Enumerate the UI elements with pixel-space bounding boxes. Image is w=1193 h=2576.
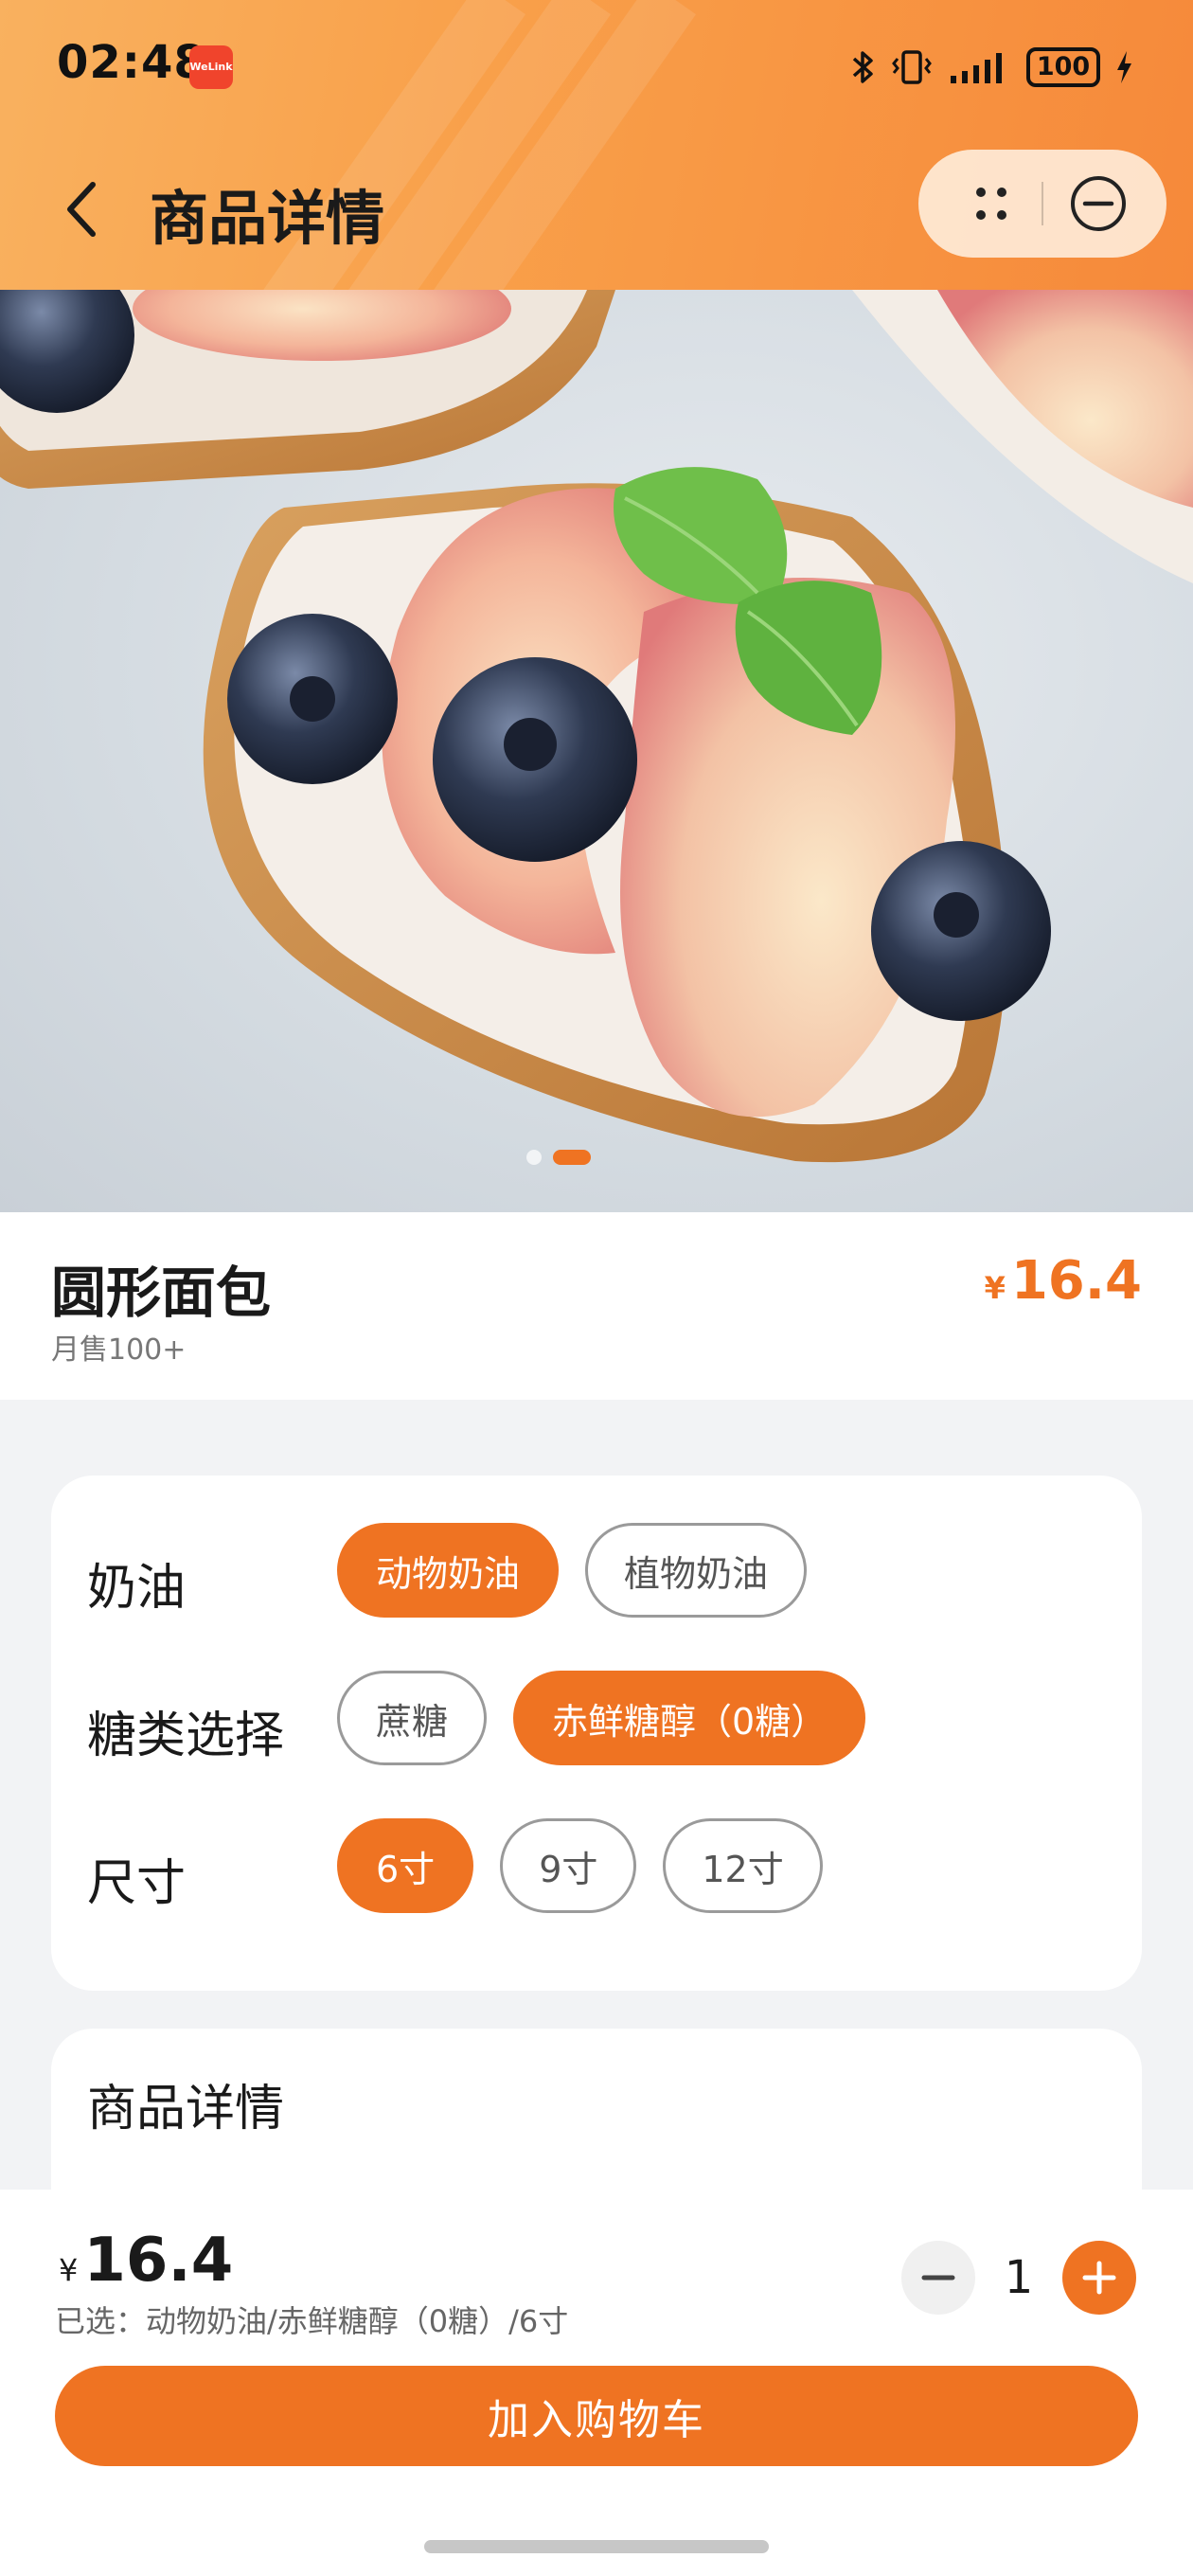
welink-app-icon: WeLink [189, 45, 233, 89]
more-dots-icon [976, 188, 1006, 220]
minus-circle-icon [1071, 176, 1126, 231]
bluetooth-icon [852, 51, 873, 83]
details-title: 商品详情 [87, 2081, 285, 2138]
total-price-value: 16.4 [83, 2226, 234, 2296]
home-indicator[interactable] [424, 2540, 769, 2553]
option-row-sugar: 糖类选择 蔗糖 赤鲜糖醇（0糖） [51, 1671, 1142, 1769]
status-time: 02:48 [57, 36, 206, 89]
capsule-divider [1042, 182, 1043, 225]
choice-size-9[interactable]: 9寸 [500, 1818, 637, 1913]
choice-erythritol[interactable]: 赤鲜糖醇（0糖） [513, 1671, 866, 1765]
decrease-button[interactable] [901, 2241, 975, 2315]
header: 02:48 WeLink 100 商品详情 [0, 0, 1193, 290]
product-name: 圆形面包 [51, 1261, 272, 1325]
status-icons: 100 [850, 44, 1134, 91]
back-button[interactable] [53, 176, 110, 242]
selected-summary: 已选：动物奶油/赤鲜糖醇（0糖）/6寸 [55, 2303, 569, 2339]
vibrate-icon [892, 50, 932, 84]
option-row-size: 尺寸 6寸 9寸 12寸 [51, 1818, 1142, 1917]
product-image [0, 290, 1193, 1163]
plus-icon [1082, 2261, 1116, 2295]
carousel-indicator [0, 1150, 1155, 1165]
chevron-left-icon [67, 182, 96, 237]
increase-button[interactable] [1062, 2241, 1136, 2315]
carousel-dot[interactable] [526, 1150, 542, 1165]
bottom-bar: ¥16.4 已选：动物奶油/赤鲜糖醇（0糖）/6寸 1 加入购物车 [0, 2190, 1193, 2576]
quantity-value: 1 [1004, 2251, 1034, 2304]
currency-symbol: ¥ [59, 2252, 79, 2288]
option-row-cream: 奶油 动物奶油 植物奶油 [51, 1523, 1142, 1621]
price-value: 16.4 [1010, 1250, 1142, 1312]
carousel-dot-active[interactable] [553, 1150, 591, 1165]
mini-program-capsule [918, 150, 1166, 258]
signal-icon [951, 53, 1002, 83]
minus-icon [921, 2275, 955, 2281]
close-button[interactable] [1059, 170, 1134, 237]
currency-symbol: ¥ [984, 1270, 1006, 1306]
more-button[interactable] [953, 170, 1028, 237]
option-choices: 动物奶油 植物奶油 [337, 1523, 808, 1618]
choice-size-6[interactable]: 6寸 [337, 1818, 474, 1913]
option-choices: 蔗糖 赤鲜糖醇（0糖） [337, 1671, 866, 1765]
add-to-cart-button[interactable]: 加入购物车 [55, 2366, 1138, 2466]
option-label: 糖类选择 [87, 1708, 285, 1764]
charging-icon [1117, 51, 1131, 83]
choice-cane-sugar[interactable]: 蔗糖 [337, 1671, 488, 1765]
total-price: ¥16.4 [59, 2226, 233, 2296]
product-info: 圆形面包 月售100+ ¥16.4 [0, 1212, 1193, 1400]
option-label: 尺寸 [87, 1855, 187, 1912]
choice-plant-cream[interactable]: 植物奶油 [585, 1523, 808, 1618]
choice-animal-cream[interactable]: 动物奶油 [337, 1523, 560, 1618]
product-image-carousel[interactable] [0, 290, 1193, 1212]
product-price: ¥16.4 [985, 1250, 1142, 1312]
option-label: 奶油 [87, 1560, 187, 1617]
quantity-stepper: 1 [901, 2241, 1136, 2315]
page-title: 商品详情 [150, 184, 385, 253]
monthly-sales: 月售100+ [51, 1333, 187, 1367]
choice-size-12[interactable]: 12寸 [663, 1818, 823, 1913]
nav-bar: 商品详情 [0, 142, 1193, 275]
option-choices: 6寸 9寸 12寸 [337, 1818, 823, 1913]
options-card: 奶油 动物奶油 植物奶油 糖类选择 蔗糖 赤鲜糖醇（0糖） 尺寸 6寸 9寸 1… [51, 1476, 1142, 1991]
battery-icon: 100 [1026, 47, 1100, 87]
status-bar: 02:48 WeLink 100 [0, 0, 1193, 133]
